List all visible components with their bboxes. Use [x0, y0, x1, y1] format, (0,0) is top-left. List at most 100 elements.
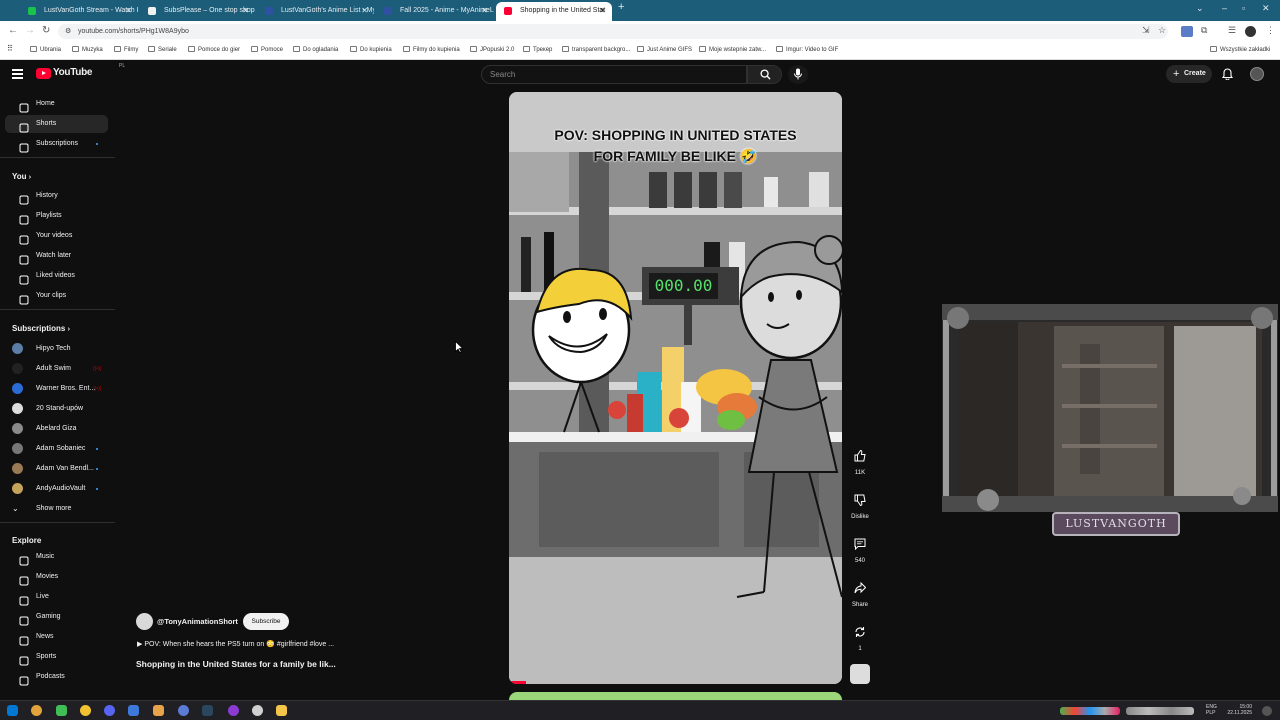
- bookmark-item[interactable]: Do ogladania: [293, 46, 338, 53]
- forward-icon[interactable]: →: [25, 25, 35, 36]
- sidebar-item-live[interactable]: Live: [5, 588, 108, 606]
- bookmark-item[interactable]: Pomoce: [251, 46, 283, 53]
- short-title[interactable]: Shopping in the United States for a fami…: [136, 659, 336, 669]
- bookmark-item[interactable]: Filmy: [114, 46, 138, 53]
- next-short-preview[interactable]: [509, 692, 842, 700]
- comments-button[interactable]: 540: [848, 533, 872, 564]
- sidebar-item-liked-videos[interactable]: Liked videos: [5, 267, 108, 285]
- sidebar-item-watch-later[interactable]: Watch later: [5, 247, 108, 265]
- search-button[interactable]: [747, 65, 782, 84]
- bookmark-item[interactable]: Ubrania: [30, 46, 61, 53]
- extensions-puzzle-icon[interactable]: ⧉: [1201, 25, 1207, 36]
- sidebar-item-your-videos[interactable]: Your videos: [5, 227, 108, 245]
- channel-name[interactable]: @TonyAnimationShort: [157, 617, 238, 626]
- folder-taskbar-icon[interactable]: [276, 705, 287, 716]
- bookmark-star-icon[interactable]: ☆: [1158, 25, 1166, 36]
- bookmark-item[interactable]: Pomoce do gier: [188, 46, 240, 53]
- app2-taskbar-icon[interactable]: [128, 705, 139, 716]
- search-input[interactable]: Search: [481, 65, 747, 84]
- sidebar-subscription-item[interactable]: Hipyo Tech: [5, 340, 108, 358]
- sidebar-item-playlists[interactable]: Playlists: [5, 207, 108, 225]
- tab-search-icon[interactable]: ⌄: [1196, 3, 1204, 14]
- sidebar-subscription-item[interactable]: Adam Sobaniec: [5, 440, 108, 458]
- sidebar-item-shorts[interactable]: Shorts: [5, 115, 108, 133]
- bookmark-item[interactable]: Imgur: Video to GIF: [776, 46, 838, 53]
- reload-icon[interactable]: ↻: [42, 25, 50, 36]
- maximize-icon[interactable]: ▫: [1242, 3, 1245, 13]
- site-info-icon[interactable]: ⚙: [65, 24, 71, 39]
- bookmark-item[interactable]: Do kupienia: [350, 46, 392, 53]
- video-progress-bar[interactable]: [509, 681, 526, 684]
- tab-close-icon[interactable]: ✕: [242, 2, 249, 19]
- install-app-icon[interactable]: ⇲: [1142, 25, 1150, 36]
- remix-button[interactable]: 1: [848, 621, 872, 652]
- minimize-icon[interactable]: –: [1222, 3, 1227, 13]
- sidebar-item-your-clips[interactable]: Your clips: [5, 287, 108, 305]
- sidebar-item-gaming[interactable]: Gaming: [5, 608, 108, 626]
- bookmark-item[interactable]: Filmy do kupienia: [403, 46, 460, 53]
- apps-grid-icon[interactable]: ⠿: [7, 44, 13, 53]
- sidebar-item-podcasts[interactable]: Podcasts: [5, 668, 108, 686]
- sidebar-item-history[interactable]: History: [5, 187, 108, 205]
- bookmark-item[interactable]: Moje wstepnie zatw...: [699, 46, 766, 53]
- notifications-bell-icon[interactable]: [1222, 68, 1233, 80]
- bookmark-item[interactable]: Muzyka: [72, 46, 103, 53]
- sidebar-item-music[interactable]: Music: [5, 548, 108, 566]
- start-menu-icon[interactable]: [7, 705, 18, 716]
- notification-center-icon[interactable]: [1262, 706, 1272, 716]
- dislike-button[interactable]: Dislike: [848, 489, 872, 520]
- subscribe-button[interactable]: Subscribe: [243, 613, 289, 630]
- sidebar-item-movies[interactable]: Movies: [5, 568, 108, 586]
- language-indicator[interactable]: ENG PLP: [1206, 704, 1217, 716]
- tab-close-icon[interactable]: ✕: [125, 2, 132, 19]
- twitch-taskbar-icon[interactable]: [228, 705, 239, 716]
- bookmark-item[interactable]: Seriale: [148, 46, 177, 53]
- sidebar-section-subscriptions[interactable]: Subscriptions ›: [12, 324, 70, 333]
- extension-icon[interactable]: [1181, 26, 1193, 37]
- bookmark-item[interactable]: JPopuski 2.0: [470, 46, 514, 53]
- sidebar-item-subscriptions[interactable]: Subscriptions: [5, 135, 108, 153]
- browser-tab-3[interactable]: LustVanGoth's Anime List - My ✕: [257, 2, 374, 21]
- tab-close-icon[interactable]: ✕: [599, 2, 606, 19]
- hamburger-menu-icon[interactable]: [12, 69, 23, 79]
- new-tab-button[interactable]: +: [618, 1, 624, 13]
- sidebar-subscription-item[interactable]: ((•)) Warner Bros. Ent...: [5, 380, 108, 398]
- sidebar-item-news[interactable]: News: [5, 628, 108, 646]
- create-button[interactable]: + Create: [1166, 65, 1212, 83]
- browser-menu-icon[interactable]: ⋮: [1266, 25, 1275, 36]
- sidebar-subscription-item[interactable]: 20 Stand-upów: [5, 400, 108, 418]
- bookmark-item[interactable]: Трекер: [523, 46, 552, 53]
- back-icon[interactable]: ←: [8, 25, 18, 36]
- address-bar[interactable]: ⚙ youtube.com/shorts/PHg1W8A9ybo: [58, 24, 1168, 39]
- obs-taskbar-icon[interactable]: [252, 705, 263, 716]
- chrome-taskbar-icon[interactable]: [31, 705, 42, 716]
- close-window-icon[interactable]: ✕: [1262, 3, 1270, 14]
- browser-tab-1[interactable]: LustVanGoth Stream - Watch L ✕: [20, 2, 138, 21]
- browser-tab-4[interactable]: Fall 2025 - Anime - MyAnimeLi ✕: [376, 2, 494, 21]
- system-tray-icons[interactable]: [1060, 707, 1120, 715]
- clock[interactable]: 15:00 22.11.2025: [1226, 704, 1252, 716]
- norton-taskbar-icon[interactable]: [80, 705, 91, 716]
- network-volume-icons[interactable]: [1126, 707, 1194, 715]
- like-button[interactable]: 11K: [848, 445, 872, 476]
- vlc-taskbar-icon[interactable]: [153, 705, 164, 716]
- sidebar-subscription-item[interactable]: Adam Van Bendl...: [5, 460, 108, 478]
- bookmark-item[interactable]: Just Anime GIFS: [637, 46, 692, 53]
- sound-channel-thumbnail[interactable]: [850, 664, 870, 684]
- app-taskbar-icon[interactable]: [56, 705, 67, 716]
- browser2-taskbar-icon[interactable]: [178, 705, 189, 716]
- sidebar-item-home[interactable]: Home: [5, 95, 108, 113]
- sidebar-item-sports[interactable]: Sports: [5, 648, 108, 666]
- tab-close-icon[interactable]: ✕: [361, 2, 368, 19]
- sidebar-section-explore[interactable]: Explore: [12, 536, 41, 545]
- browser-tab-5[interactable]: Shopping in the United Stat ✕: [496, 2, 612, 21]
- sidebar-subscription-item[interactable]: Abelard Giza: [5, 420, 108, 438]
- sidebar-subscription-item[interactable]: AndyAudioVault: [5, 480, 108, 498]
- tab-close-icon[interactable]: ✕: [481, 2, 488, 19]
- bookmark-item[interactable]: transparent backgro...: [562, 46, 630, 53]
- menu-list-icon[interactable]: ☰: [1228, 25, 1236, 36]
- share-button[interactable]: Share: [848, 577, 872, 608]
- suggested-video-link[interactable]: ▶ POV: When she hears the PS5 turn on 😳 …: [137, 640, 334, 648]
- discord-taskbar-icon[interactable]: [104, 705, 115, 716]
- voice-search-button[interactable]: [788, 65, 808, 84]
